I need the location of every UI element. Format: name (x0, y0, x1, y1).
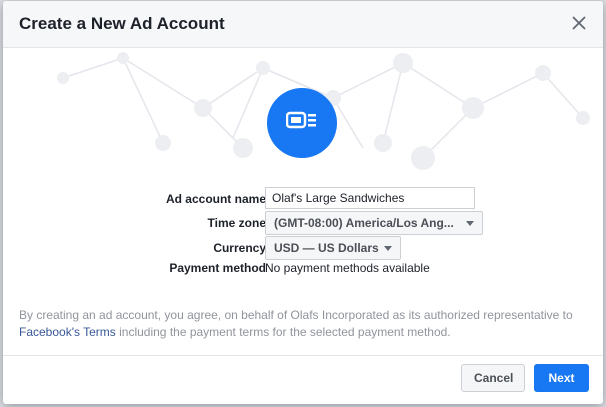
ad-account-icon (267, 88, 337, 158)
time-zone-select[interactable]: (GMT-08:00) America/Los Ang... (265, 211, 483, 235)
ad-account-name-input[interactable] (265, 187, 475, 209)
row-currency: Currency USD — US Dollars (3, 236, 603, 260)
dialog-title: Create a New Ad Account (19, 14, 225, 33)
facebook-terms-link[interactable]: Facebook's Terms (19, 325, 116, 339)
ad-account-name-label: Ad account name (165, 192, 266, 206)
chevron-down-icon (466, 221, 474, 226)
row-payment-method: Payment method No payment methods availa… (3, 260, 603, 284)
currency-label: Currency (213, 241, 266, 255)
row-time-zone: Time zone (GMT-08:00) America/Los Ang... (3, 211, 603, 235)
time-zone-value: (GMT-08:00) America/Los Ang... (274, 216, 454, 230)
currency-value: USD — US Dollars (274, 241, 379, 255)
time-zone-label: Time zone (207, 216, 266, 230)
terms-text: By creating an ad account, you agree, on… (19, 307, 589, 341)
next-button[interactable]: Next (534, 364, 589, 392)
cancel-button[interactable]: Cancel (461, 364, 525, 392)
payment-method-label: Payment method (169, 261, 266, 275)
footer-divider (3, 355, 603, 356)
create-ad-account-dialog: Create a New Ad Account Ad account name … (3, 1, 603, 404)
close-icon[interactable] (569, 13, 589, 33)
payment-method-value: No payment methods available (265, 261, 430, 275)
terms-text-before: By creating an ad account, you agree, on… (19, 308, 573, 322)
chevron-down-icon (384, 246, 392, 251)
terms-text-after: including the payment terms for the sele… (115, 325, 451, 339)
row-ad-account-name: Ad account name (3, 187, 603, 211)
dialog-header: Create a New Ad Account (3, 1, 603, 48)
currency-select[interactable]: USD — US Dollars (265, 236, 401, 260)
hero-banner (3, 48, 603, 178)
